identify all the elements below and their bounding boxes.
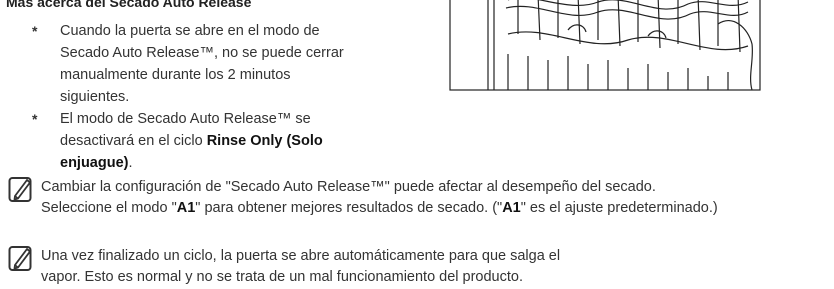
mode-code: A1 bbox=[176, 200, 196, 216]
bullet-text: El modo de Secado Auto Release™ se desac… bbox=[60, 111, 323, 171]
note-line: Seleccione el modo "A1" para obtener mej… bbox=[41, 200, 718, 216]
mode-code: A1 bbox=[502, 200, 521, 216]
note-pencil-icon bbox=[8, 177, 32, 202]
bullet-item-rinse-only: * El modo de Secado Auto Release™ se des… bbox=[32, 108, 362, 174]
note-line: Cambiar la configuración de "Secado Auto… bbox=[41, 179, 656, 195]
note-pencil-icon bbox=[8, 246, 32, 271]
bullet-star: * bbox=[32, 23, 38, 39]
bullet-star: * bbox=[32, 111, 38, 127]
note-door-opens: Una vez finalizado un ciclo, la puerta s… bbox=[41, 248, 561, 285]
bullet-item-door-lock: * Cuando la puerta se abre en el modo de… bbox=[32, 20, 362, 108]
section-heading: Más acerca del Secado Auto Release bbox=[6, 0, 252, 10]
bullet-text: Cuando la puerta se abre en el modo de S… bbox=[60, 23, 344, 105]
dishwasher-rack-illustration bbox=[449, 0, 761, 91]
note-dry-setting: Cambiar la configuración de "Secado Auto… bbox=[41, 177, 831, 219]
